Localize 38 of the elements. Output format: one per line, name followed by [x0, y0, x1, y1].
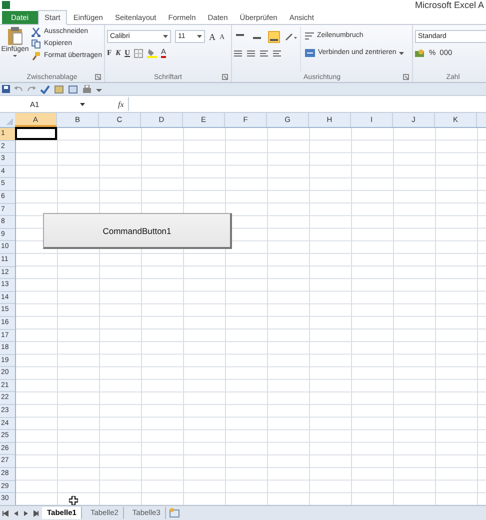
new-sheet-icon[interactable] [169, 508, 182, 518]
dropdown-caret-icon [197, 35, 202, 38]
previous-sheet-icon[interactable] [12, 510, 19, 516]
align-lines-icon[interactable] [234, 50, 242, 58]
clipboard-icon [7, 27, 23, 45]
scissors-icon [31, 27, 41, 37]
cursor-icon [69, 496, 78, 505]
save-icon[interactable] [2, 85, 10, 93]
wrap-icon [305, 32, 314, 40]
dropdown-caret-icon [163, 35, 168, 38]
dialog-launcher-icon[interactable] [222, 74, 228, 80]
dialog-launcher-icon[interactable] [95, 74, 101, 80]
grow-font-button[interactable]: A [209, 32, 216, 42]
fill-color-icon[interactable] [147, 48, 158, 58]
window-title: Microsoft Excel A [414, 0, 484, 10]
print-icon[interactable] [82, 84, 92, 94]
brush-icon [31, 51, 41, 61]
orientation-icon[interactable] [285, 33, 297, 41]
last-sheet-icon[interactable] [32, 510, 39, 516]
merge-icon [305, 49, 315, 57]
dropdown-caret-icon [80, 102, 85, 106]
currency-icon[interactable] [415, 48, 425, 58]
indent-icon[interactable] [273, 50, 281, 58]
customize-caret-icon[interactable] [96, 86, 102, 92]
excel-logo-icon [2, 1, 10, 9]
next-sheet-icon[interactable] [22, 510, 29, 516]
check-icon[interactable] [40, 84, 50, 94]
first-sheet-icon[interactable] [2, 510, 9, 516]
align-lines-icon[interactable] [247, 50, 255, 58]
dropdown-caret-icon [399, 52, 404, 54]
insert-function-button[interactable]: fx [118, 100, 124, 108]
indent-icon[interactable] [260, 50, 268, 58]
dialog-launcher-icon[interactable] [403, 74, 409, 80]
active-cell[interactable] [15, 127, 57, 140]
copy-icon [31, 39, 41, 49]
command-button[interactable]: CommandButton1 [43, 213, 232, 249]
align-button[interactable] [268, 31, 280, 43]
border-icon[interactable] [134, 48, 144, 58]
